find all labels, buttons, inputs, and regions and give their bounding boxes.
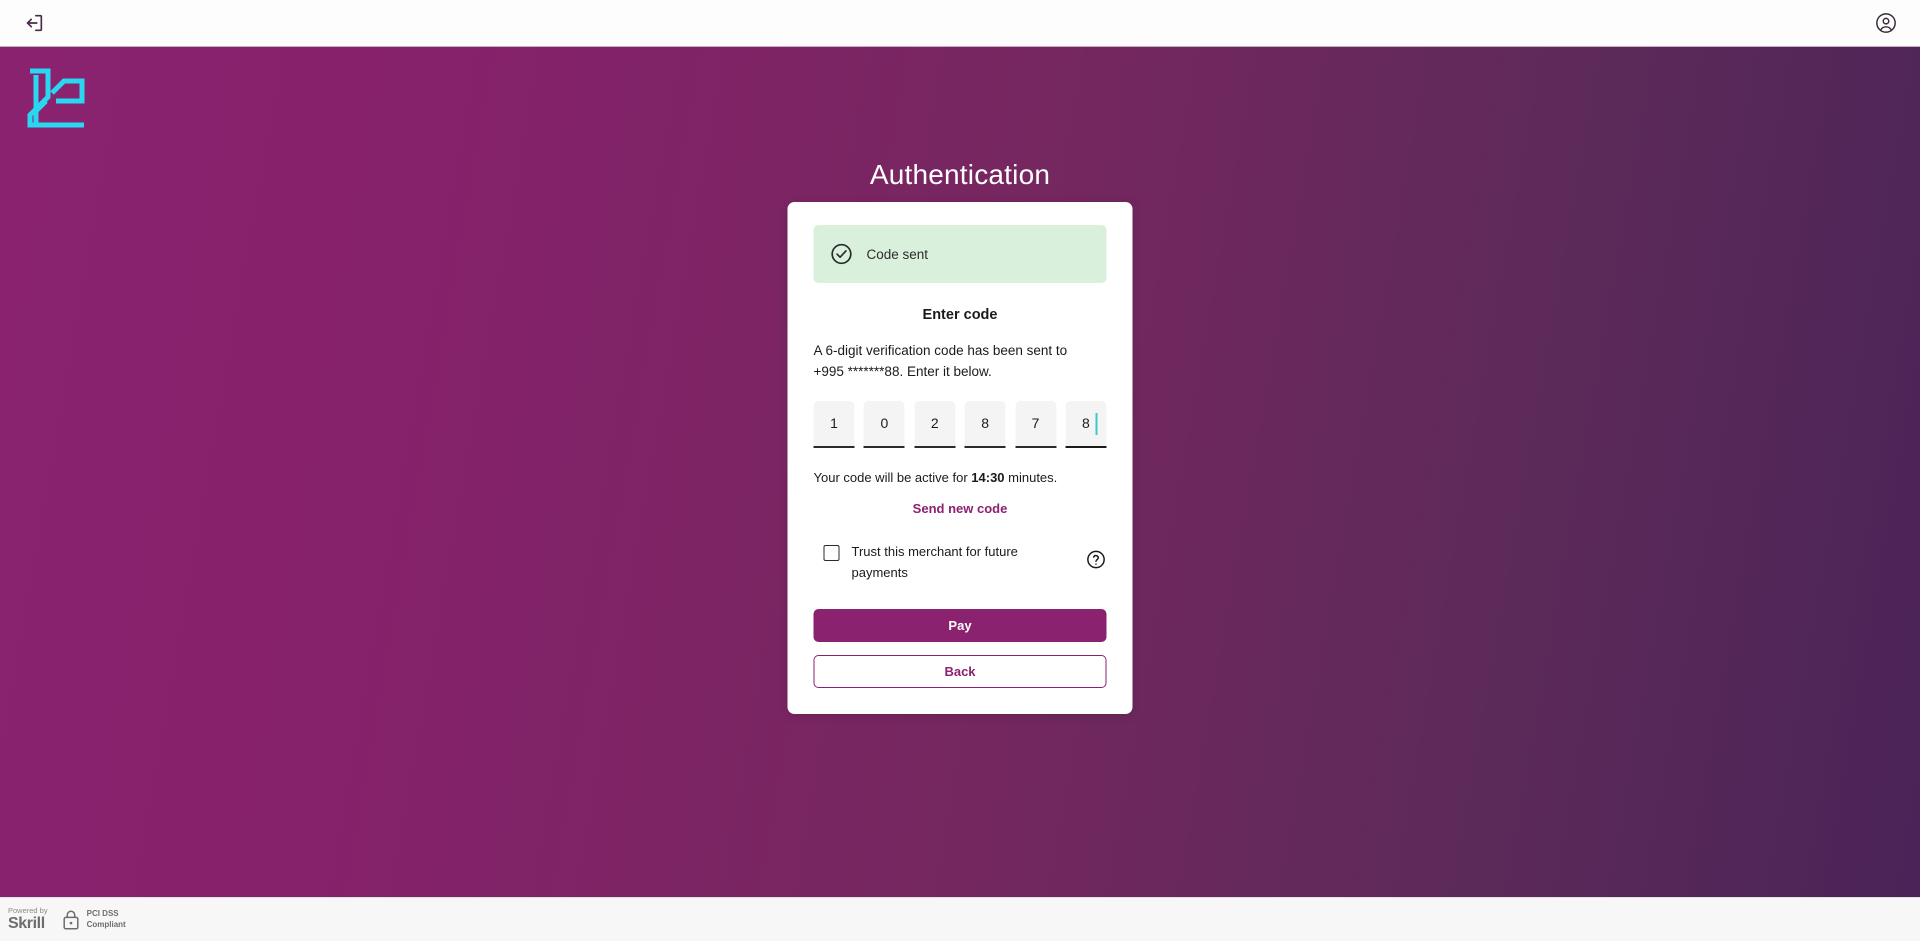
- card-heading: Enter code: [922, 307, 998, 323]
- exit-icon[interactable]: [20, 9, 48, 37]
- send-new-code-link[interactable]: Send new code: [814, 501, 1107, 516]
- pci-line-2: Compliant: [86, 919, 126, 929]
- trust-merchant-checkbox[interactable]: [823, 544, 840, 561]
- skrill-wordmark: Skrill: [8, 915, 45, 933]
- check-circle-icon: [830, 242, 854, 266]
- card-description: A 6-digit verification code has been sen…: [814, 341, 1107, 383]
- code-digit-1[interactable]: 1: [813, 400, 855, 448]
- trust-merchant-row: Trust this merchant for future payments: [814, 542, 1107, 584]
- back-button[interactable]: Back: [813, 655, 1107, 689]
- alert-text: Code sent: [866, 246, 929, 262]
- timer-suffix: minutes.: [1004, 469, 1058, 485]
- skrill-branding: Powered by Skrill: [8, 907, 48, 933]
- code-digit-6-value: 8: [1082, 414, 1090, 431]
- payment-authentication-page: Authentication Code sent Enter code A 6-…: [0, 0, 1920, 941]
- code-digit-5[interactable]: 7: [1015, 400, 1057, 448]
- powered-by-label: Powered by: [8, 905, 48, 915]
- text-caret: [1095, 412, 1098, 435]
- pci-compliance-text: PCI DSS Compliant: [87, 909, 126, 931]
- code-input-group[interactable]: 1 0 2 8 7 8: [813, 400, 1107, 448]
- page-background: Authentication Code sent Enter code A 6-…: [0, 47, 1920, 897]
- code-digit-6[interactable]: 8: [1065, 400, 1107, 448]
- authentication-card: Code sent Enter code A 6-digit verificat…: [787, 202, 1133, 715]
- description-line-2: +995 *******88. Enter it below.: [813, 363, 992, 379]
- pay-button[interactable]: Pay: [813, 609, 1107, 643]
- description-line-1: A 6-digit verification code has been sen…: [813, 343, 1068, 358]
- pci-line-1: PCI DSS: [86, 908, 119, 918]
- lc-monogram-logo: [22, 61, 92, 133]
- code-digit-2[interactable]: 0: [863, 400, 905, 448]
- code-digit-4[interactable]: 8: [964, 400, 1006, 448]
- pci-compliance-badge: PCI DSS Compliant: [62, 909, 126, 931]
- footer: Powered by Skrill PCI DSS Compliant: [0, 897, 1920, 941]
- code-digit-3[interactable]: 2: [914, 400, 956, 448]
- code-sent-alert: Code sent: [813, 225, 1107, 283]
- trust-merchant-label: Trust this merchant for future payments: [851, 543, 1018, 580]
- code-expiry-text: Your code will be active for 14:30 minut…: [814, 470, 1107, 485]
- timer-prefix: Your code will be active for: [813, 469, 972, 485]
- top-bar: [0, 0, 1920, 47]
- account-circle-icon[interactable]: [1872, 9, 1900, 37]
- page-title: Authentication: [869, 159, 1051, 190]
- timer-value: 14:30: [971, 469, 1005, 485]
- question-mark-circle-icon[interactable]: [1086, 549, 1107, 570]
- padlock-icon: [62, 909, 80, 930]
